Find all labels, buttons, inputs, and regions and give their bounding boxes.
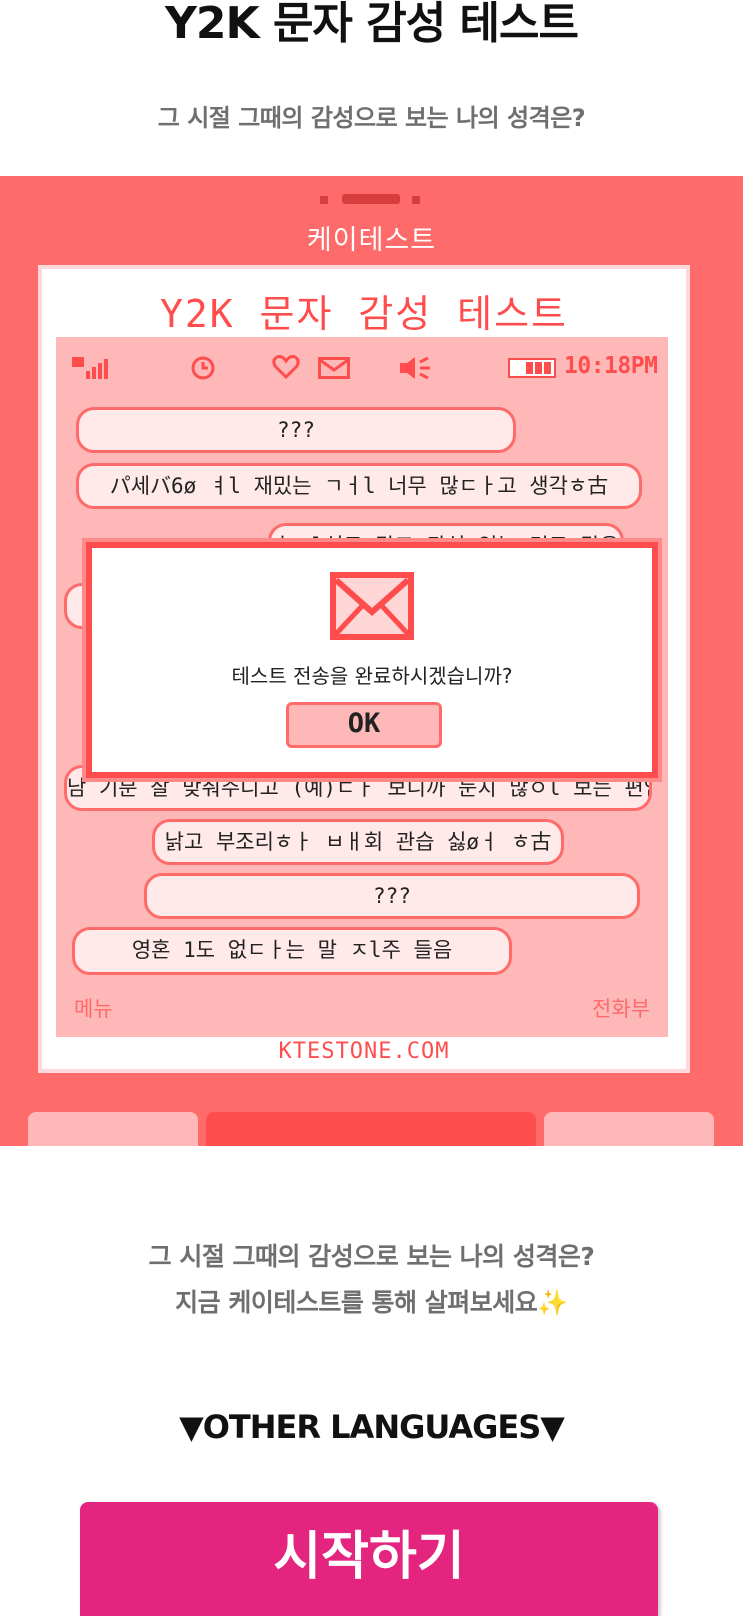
message-bubble: パ세バ6ø ㅕl 재밌는 ㄱㅓl 너무 많ㄷㅏ고 생각ㅎ古 — [76, 463, 642, 509]
dialog-message: 테스트 전송을 완료하시겠습니까? — [231, 664, 513, 688]
message-bubble: ??? — [76, 407, 516, 453]
page-subtitle: 그 시절 그때의 감성으로 보는 나의 성격은? — [157, 104, 586, 132]
site-url[interactable]: KTESTONE.COM — [38, 1039, 690, 1064]
status-bar: 10:18PM — [56, 349, 668, 385]
battery-icon — [508, 358, 556, 378]
phone-brand: 케이테스트 — [306, 225, 437, 256]
page-title: Y2K 문자 감성 테스트 — [165, 0, 579, 49]
envelope-icon — [330, 572, 414, 640]
phone-key-left[interactable] — [28, 1112, 198, 1146]
intro-line-1: 그 시절 그때의 감성으로 보는 나의 성격은? — [148, 1242, 595, 1271]
signal-icon — [72, 357, 110, 379]
start-button[interactable]: 시작하기 — [80, 1502, 658, 1616]
intro-text: 그 시절 그때의 감성으로 보는 나의 성격은? 지금 케이테스트를 통해 살펴… — [0, 1234, 743, 1326]
confirm-dialog: 테스트 전송을 완료하시겠습니까? OK — [86, 542, 658, 778]
softkey-phonebook[interactable]: 전화부 — [592, 993, 650, 1023]
phone-speaker — [320, 194, 422, 206]
sparkle-icon: ✨ — [537, 1288, 568, 1317]
phone-key-right[interactable] — [544, 1112, 714, 1146]
heart-icon — [272, 355, 300, 379]
clock-icon — [191, 356, 215, 380]
message-bubble: 낡고 부조리ㅎㅏ ㅂㅐ회 관습 싫øㅓ ㅎ古 — [152, 819, 564, 865]
softkey-menu[interactable]: 메뉴 — [74, 993, 113, 1023]
message-bubble: 영혼 1도 없ㄷㅏ는 말 ㅈl주 들음 — [72, 927, 512, 975]
status-time: 10:18PM — [564, 353, 658, 379]
message-bubble: ??? — [144, 873, 640, 919]
other-languages-toggle[interactable]: ▼OTHER LANGUAGES▼ — [0, 1408, 743, 1446]
phone-key-center[interactable] — [206, 1112, 536, 1146]
mail-icon — [318, 357, 350, 379]
speaker-icon — [400, 356, 430, 380]
intro-line-2: 지금 케이테스트를 통해 살펴보세요✨ — [175, 1288, 568, 1317]
phone-title: Y2K 문자 감성 테스트 — [160, 292, 568, 336]
ok-button[interactable]: OK — [286, 702, 442, 748]
hero-banner: 케이테스트 Y2K 문자 감성 테스트 10:18PM ??? パ세バ6ø ㅕl… — [0, 176, 743, 1146]
